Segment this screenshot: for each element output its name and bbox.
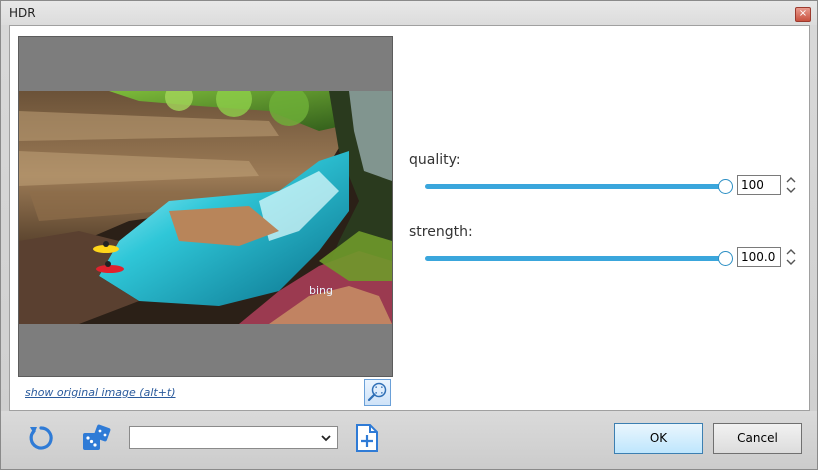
- refresh-icon[interactable]: [25, 422, 57, 454]
- chevron-down-icon: [321, 435, 331, 442]
- quality-spinner-icon[interactable]: [785, 174, 797, 196]
- preset-select[interactable]: [129, 426, 338, 449]
- bing-watermark: bing: [309, 284, 333, 297]
- quality-label: quality:: [409, 152, 461, 168]
- image-preview: bing: [18, 36, 393, 377]
- close-button[interactable]: ×: [795, 7, 811, 22]
- dialog-content: bing show original image (alt+t) quality…: [9, 25, 810, 411]
- cancel-button[interactable]: Cancel: [713, 423, 802, 454]
- title-bar[interactable]: HDR ×: [1, 1, 817, 25]
- strength-input[interactable]: 100.0: [737, 247, 781, 267]
- magnifier-icon: [367, 382, 387, 402]
- hdr-dialog: HDR × bing show original image (alt+t) q…: [0, 0, 818, 470]
- add-file-icon[interactable]: [355, 423, 379, 453]
- quality-input[interactable]: 100: [737, 175, 781, 195]
- window-title: HDR: [9, 6, 36, 20]
- strength-spinner-icon[interactable]: [785, 246, 797, 268]
- strength-slider-thumb[interactable]: [717, 251, 733, 266]
- zoom-button[interactable]: [364, 379, 391, 406]
- bottom-toolbar: OK Cancel: [1, 411, 817, 469]
- ok-button[interactable]: OK: [614, 423, 703, 454]
- quality-slider[interactable]: [425, 184, 725, 189]
- dice-icon[interactable]: [81, 423, 113, 453]
- preview-photo: bing: [19, 91, 392, 324]
- quality-slider-thumb[interactable]: [717, 179, 733, 194]
- strength-label: strength:: [409, 224, 473, 240]
- strength-slider[interactable]: [425, 256, 725, 261]
- show-original-link[interactable]: show original image (alt+t): [25, 386, 176, 399]
